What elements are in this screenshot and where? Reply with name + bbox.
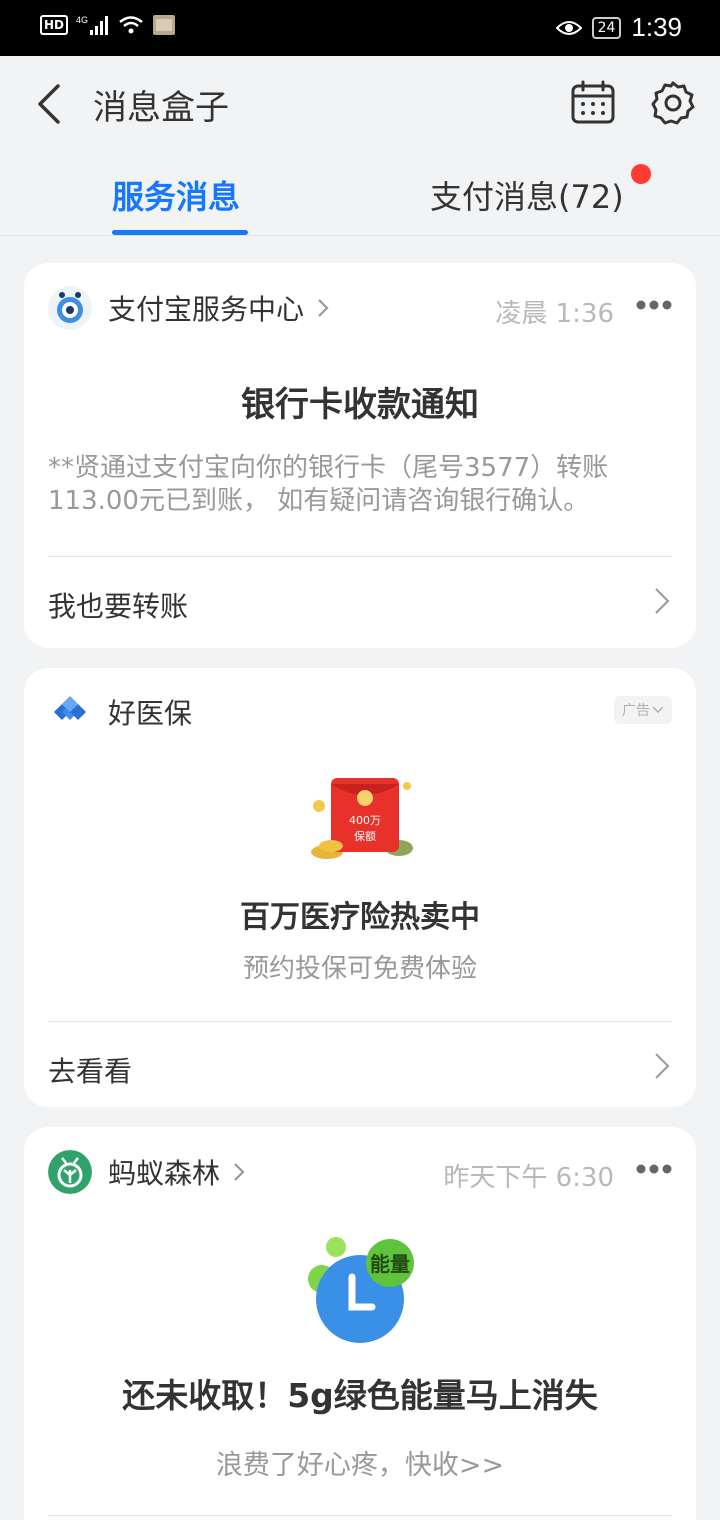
energy-clock-image: 能量 bbox=[308, 1237, 414, 1343]
status-right: 24 1:39 bbox=[555, 12, 682, 43]
ad-title: 百万医疗险热卖中 bbox=[240, 900, 480, 935]
chevron-right-icon bbox=[318, 299, 329, 317]
message-card-ant-forest[interactable]: 蚂蚁森林 昨天下午 6:30 能量 还未收取！5g绿色能量马上消失 浪费了好心疼… bbox=[24, 1127, 696, 1520]
notice-title: 银行卡收款通知 bbox=[241, 385, 479, 425]
ad-label: 广告 bbox=[622, 703, 650, 719]
clock: 1:39 bbox=[631, 12, 682, 42]
source-name: 好医保 bbox=[108, 697, 193, 730]
envelope-text-bottom: 保额 bbox=[354, 829, 376, 843]
transfer-action-row[interactable]: 我也要转账 bbox=[24, 557, 696, 647]
notice-subtitle: 浪费了好心疼，快收>> bbox=[215, 1450, 505, 1481]
notice-title: 还未收取！5g绿色能量马上消失 bbox=[122, 1376, 598, 1415]
header: 消息盒子 bbox=[0, 56, 720, 152]
more-icon[interactable] bbox=[636, 299, 672, 311]
tab-service-messages[interactable]: 服务消息 bbox=[112, 172, 240, 218]
chevron-right-icon bbox=[655, 588, 670, 614]
ant-forest-avatar bbox=[48, 1150, 92, 1194]
back-icon[interactable] bbox=[30, 82, 70, 126]
energy-badge-text: 能量 bbox=[370, 1252, 410, 1276]
hd-indicator: HD bbox=[40, 15, 69, 35]
envelope-text-top: 400万 bbox=[349, 814, 381, 827]
notification-thumbnail-icon bbox=[153, 15, 176, 35]
source-name: 蚂蚁森林 bbox=[108, 1157, 221, 1190]
signal-icon: 4G bbox=[76, 15, 109, 35]
card-source[interactable]: 支付宝服务中心 bbox=[48, 285, 330, 331]
wifi-icon bbox=[119, 16, 143, 34]
calendar-icon[interactable] bbox=[570, 80, 616, 126]
action-label: 去看看 bbox=[48, 1055, 133, 1088]
chevron-right-icon bbox=[234, 1163, 245, 1181]
action-label: 我也要转账 bbox=[48, 590, 189, 623]
active-tab-indicator bbox=[112, 230, 248, 235]
message-tabs: 服务消息 支付消息(72) bbox=[0, 152, 720, 236]
more-icon[interactable] bbox=[636, 1163, 672, 1175]
status-left: HD 4G bbox=[40, 14, 176, 36]
message-time: 凌晨 1:36 bbox=[495, 299, 614, 329]
red-envelope-image: 400万 保额 bbox=[311, 778, 413, 859]
ad-badge[interactable]: 广告 bbox=[614, 696, 672, 724]
network-label: 4G bbox=[76, 15, 88, 25]
card-source[interactable]: 蚂蚁森林 bbox=[48, 1149, 246, 1195]
ad-subtitle: 预约投保可免费体验 bbox=[242, 954, 477, 984]
alipay-service-avatar bbox=[48, 286, 92, 330]
message-card-bank-notice[interactable]: 支付宝服务中心 凌晨 1:36 银行卡收款通知 **贤通过支付宝向你的银行卡（尾… bbox=[24, 263, 696, 648]
source-name: 支付宝服务中心 bbox=[108, 293, 305, 326]
chevron-down-icon bbox=[652, 706, 664, 714]
gear-icon[interactable] bbox=[650, 80, 696, 126]
tab-payment-messages[interactable]: 支付消息(72) bbox=[430, 172, 624, 218]
notice-body: **贤通过支付宝向你的银行卡（尾号3577）转账113.00元已到账， 如有疑问… bbox=[48, 453, 609, 516]
eye-comfort-icon bbox=[555, 20, 582, 35]
haoyibao-logo bbox=[48, 690, 92, 734]
status-bar: HD 4G 24 1:39 bbox=[0, 0, 720, 56]
battery-icon: 24 bbox=[591, 16, 622, 39]
message-card-insurance-ad[interactable]: 好医保 广告 400万 保额 百万医疗险热卖中 预约投保可免费体验 去看看 bbox=[24, 668, 696, 1107]
divider bbox=[48, 1515, 672, 1516]
view-action-row[interactable]: 去看看 bbox=[24, 1022, 696, 1107]
page-title: 消息盒子 bbox=[93, 88, 229, 128]
card-source[interactable]: 好医保 bbox=[48, 689, 192, 735]
unread-dot bbox=[631, 164, 651, 184]
message-time: 昨天下午 6:30 bbox=[443, 1163, 614, 1193]
chevron-right-icon bbox=[655, 1053, 670, 1079]
